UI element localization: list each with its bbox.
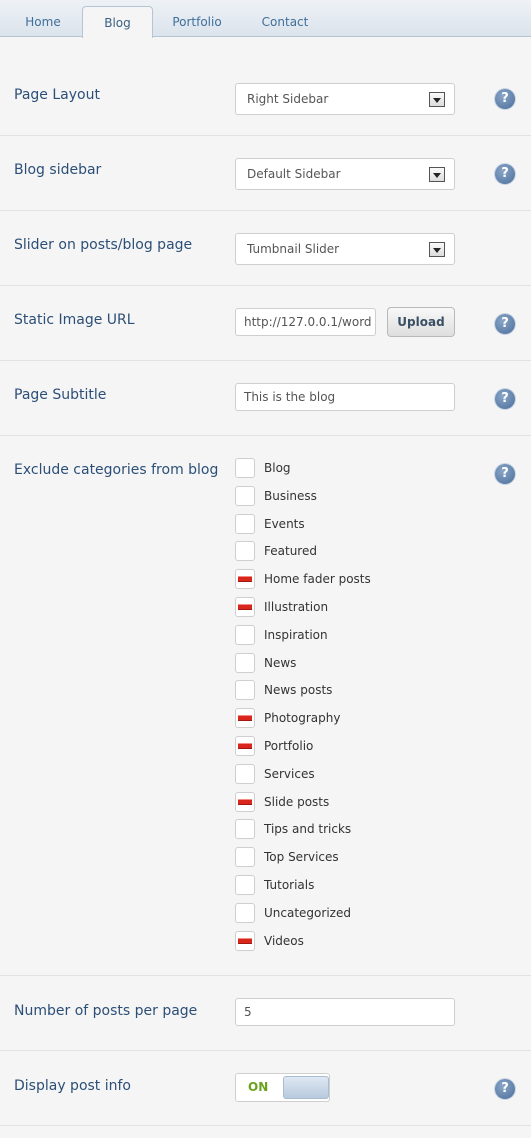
- static-image-label: Static Image URL: [14, 312, 135, 328]
- category-checkbox[interactable]: [235, 708, 255, 728]
- category-checkbox-label: Business: [264, 489, 317, 503]
- page-layout-value: Right Sidebar: [247, 92, 329, 106]
- help-icon[interactable]: ?: [495, 314, 515, 334]
- category-checkbox[interactable]: [235, 569, 255, 589]
- category-checkbox[interactable]: [235, 625, 255, 645]
- category-checkbox[interactable]: [235, 541, 255, 561]
- category-checkbox-label: News posts: [264, 683, 333, 697]
- tab-contact[interactable]: Contact: [255, 11, 315, 37]
- static-image-row: Static Image URL http://127.0.0.1/word U…: [0, 286, 531, 361]
- dropdown-arrow-icon[interactable]: [429, 92, 445, 107]
- category-checkbox[interactable]: [235, 792, 255, 812]
- toggle-knob[interactable]: [283, 1076, 329, 1099]
- blog-sidebar-label: Blog sidebar: [14, 162, 102, 178]
- category-checkbox[interactable]: [235, 514, 255, 534]
- tab-bar: Home Blog Portfolio Contact: [0, 0, 531, 38]
- exclude-categories-label: Exclude categories from blog: [14, 462, 219, 478]
- category-checkbox-label: Home fader posts: [264, 572, 371, 586]
- category-checkbox-label: Services: [264, 767, 315, 781]
- toggle-state-label: ON: [248, 1080, 269, 1094]
- slider-select[interactable]: Tumbnail Slider: [235, 233, 455, 265]
- category-checkbox-label: Tips and tricks: [264, 822, 352, 836]
- category-checkbox-label: Inspiration: [264, 628, 328, 642]
- category-checkbox[interactable]: [235, 903, 255, 923]
- page-subtitle-input[interactable]: This is the blog: [235, 383, 455, 411]
- slider-value: Tumbnail Slider: [247, 242, 340, 256]
- post-info-label: Display post info: [14, 1078, 131, 1094]
- help-icon[interactable]: ?: [495, 464, 515, 484]
- page-subtitle-label: Page Subtitle: [14, 387, 107, 403]
- upload-button[interactable]: Upload: [387, 307, 455, 337]
- category-checkbox-label: Illustration: [264, 600, 329, 614]
- slider-label: Slider on posts/blog page: [14, 237, 193, 253]
- post-info-toggle[interactable]: ON: [235, 1073, 330, 1102]
- category-checkbox[interactable]: [235, 653, 255, 673]
- blog-sidebar-row: Blog sidebar Default Sidebar ?: [0, 136, 531, 211]
- help-icon[interactable]: ?: [495, 89, 515, 109]
- category-checkbox[interactable]: [235, 764, 255, 784]
- page-layout-row: Page Layout Right Sidebar ?: [0, 61, 531, 136]
- category-checkbox-label: Portfolio: [264, 739, 314, 753]
- posts-per-page-row: Number of posts per page 5: [0, 976, 531, 1051]
- category-checkbox-label: Featured: [264, 544, 317, 558]
- category-checkbox[interactable]: [235, 847, 255, 867]
- dropdown-arrow-icon[interactable]: [429, 242, 445, 257]
- dropdown-arrow-icon[interactable]: [429, 167, 445, 182]
- blog-sidebar-value: Default Sidebar: [247, 167, 341, 181]
- category-checkbox[interactable]: [235, 680, 255, 700]
- category-checkbox-label: News: [264, 656, 297, 670]
- category-checkbox[interactable]: [235, 597, 255, 617]
- help-icon[interactable]: ?: [495, 389, 515, 409]
- category-checkbox-label: Top Services: [264, 850, 339, 864]
- exclude-categories-row: Exclude categories from blog ? Blog Busin…: [0, 436, 531, 976]
- category-checkbox[interactable]: [235, 486, 255, 506]
- page-layout-label: Page Layout: [14, 87, 100, 103]
- category-checkbox-label: Slide posts: [264, 795, 330, 809]
- category-checkbox-label: Photography: [264, 711, 341, 725]
- category-checkbox[interactable]: [235, 736, 255, 756]
- tab-home[interactable]: Home: [14, 11, 72, 37]
- category-checkbox[interactable]: [235, 875, 255, 895]
- tab-blog[interactable]: Blog: [82, 6, 153, 38]
- tab-portfolio[interactable]: Portfolio: [165, 11, 229, 37]
- blog-sidebar-select[interactable]: Default Sidebar: [235, 158, 455, 190]
- page-subtitle-row: Page Subtitle This is the blog ?: [0, 361, 531, 436]
- posts-per-page-input[interactable]: 5: [235, 998, 455, 1026]
- category-checkbox[interactable]: [235, 819, 255, 839]
- post-info-row: Display post info ON ?: [0, 1051, 531, 1126]
- category-checkbox-label: Uncategorized: [264, 906, 351, 920]
- category-checkbox[interactable]: [235, 458, 255, 478]
- category-checkbox-label: Tutorials: [264, 878, 315, 892]
- category-checkbox[interactable]: [235, 931, 255, 951]
- category-checkbox-label: Blog: [264, 461, 291, 475]
- static-image-url-input[interactable]: http://127.0.0.1/word: [235, 308, 376, 336]
- slider-row: Slider on posts/blog page Tumbnail Slide…: [0, 211, 531, 286]
- page-layout-select[interactable]: Right Sidebar: [235, 83, 455, 115]
- posts-per-page-label: Number of posts per page: [14, 1003, 198, 1019]
- category-checkbox-label: Videos: [264, 934, 304, 948]
- category-checkbox-label: Events: [264, 517, 305, 531]
- help-icon[interactable]: ?: [495, 1079, 515, 1099]
- help-icon[interactable]: ?: [495, 164, 515, 184]
